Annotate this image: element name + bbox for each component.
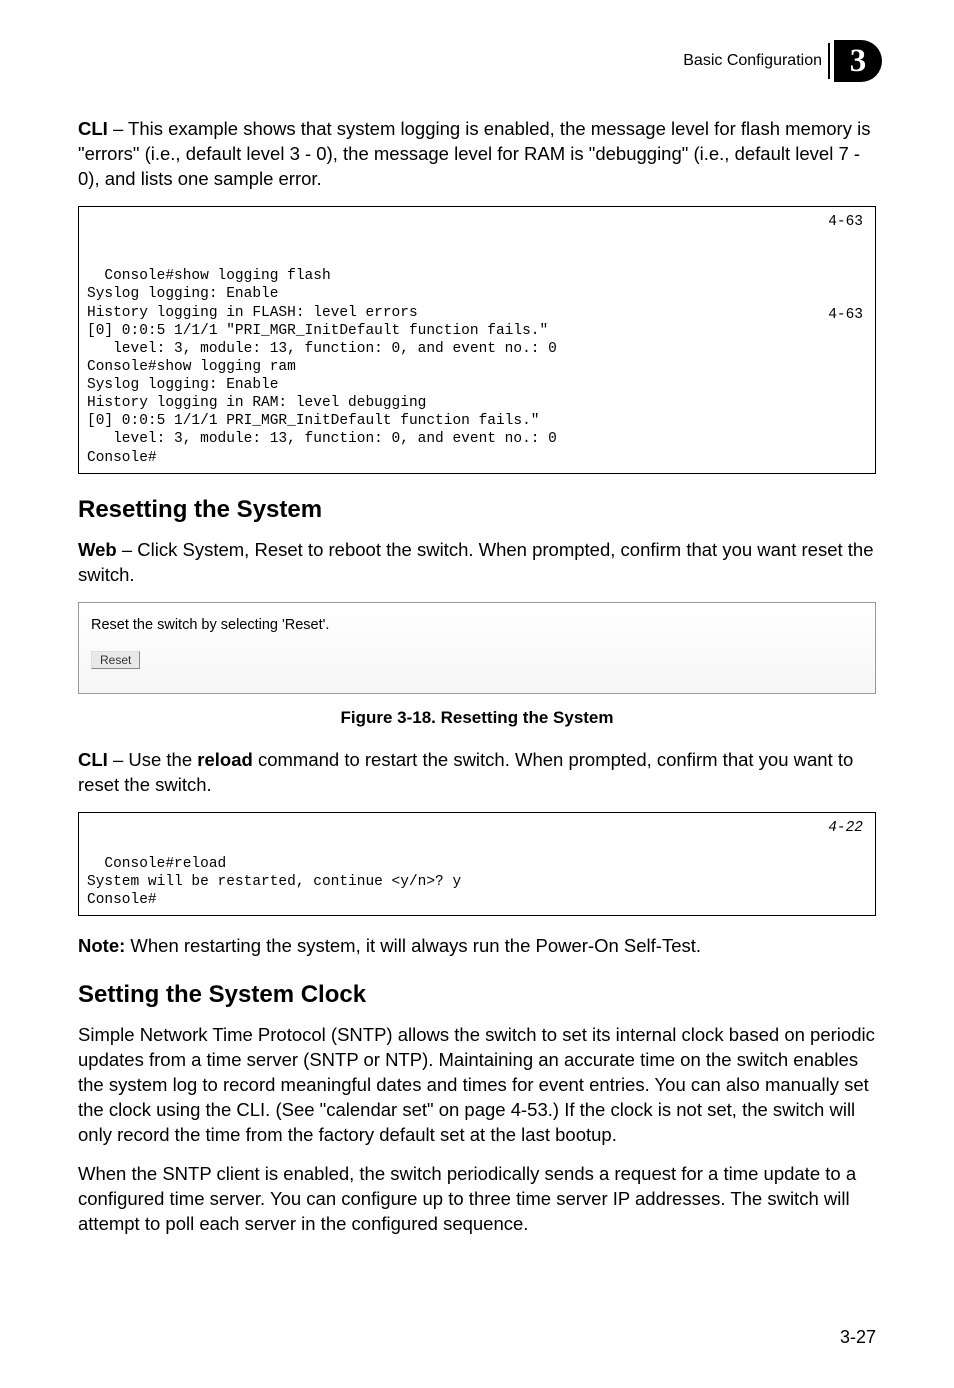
reset-instruction-text: Reset the switch by selecting 'Reset'.: [91, 617, 863, 633]
page-ref-flash: 4-63: [828, 213, 863, 231]
page-header: Basic Configuration 3: [78, 40, 876, 82]
cli-reload-paragraph: CLI – Use the reload command to restart …: [78, 748, 876, 798]
note-text: When restarting the system, it will alwa…: [125, 935, 701, 956]
logging-output-text: Console#show logging flash Syslog loggin…: [87, 268, 557, 465]
chapter-number-badge: 3: [834, 40, 882, 82]
note-label: Note:: [78, 935, 125, 956]
clock-paragraph-1: Simple Network Time Protocol (SNTP) allo…: [78, 1023, 876, 1148]
reset-ui-panel: Reset the switch by selecting 'Reset'. R…: [78, 602, 876, 694]
cli-intro-text: – This example shows that system logging…: [78, 118, 870, 189]
reload-command: reload: [197, 749, 253, 770]
cli-intro-paragraph: CLI – This example shows that system log…: [78, 117, 876, 192]
cli-text-pre: – Use the: [108, 749, 197, 770]
page-ref-ram: 4-63: [828, 306, 863, 324]
header-title: Basic Configuration: [683, 52, 822, 70]
figure-caption: Figure 3-18. Resetting the System: [78, 708, 876, 728]
reload-output-text: Console#reload System will be restarted,…: [87, 856, 461, 908]
restart-note: Note: When restarting the system, it wil…: [78, 934, 876, 959]
reload-console-output: 4-22 Console#reload System will be resta…: [78, 812, 876, 917]
web-label: Web: [78, 539, 117, 560]
web-reset-paragraph: Web – Click System, Reset to reboot the …: [78, 538, 876, 588]
logging-console-output: 4-63 4-63 Console#show logging flash Sys…: [78, 206, 876, 474]
web-reset-text: – Click System, Reset to reboot the swit…: [78, 539, 874, 585]
page-number: 3-27: [840, 1327, 876, 1348]
cli-label: CLI: [78, 118, 108, 139]
clock-heading: Setting the System Clock: [78, 981, 876, 1009]
reset-button[interactable]: Reset: [91, 651, 140, 669]
page-ref-reload: 4-22: [828, 819, 863, 837]
resetting-heading: Resetting the System: [78, 496, 876, 524]
clock-paragraph-2: When the SNTP client is enabled, the swi…: [78, 1162, 876, 1237]
cli-label-2: CLI: [78, 749, 108, 770]
